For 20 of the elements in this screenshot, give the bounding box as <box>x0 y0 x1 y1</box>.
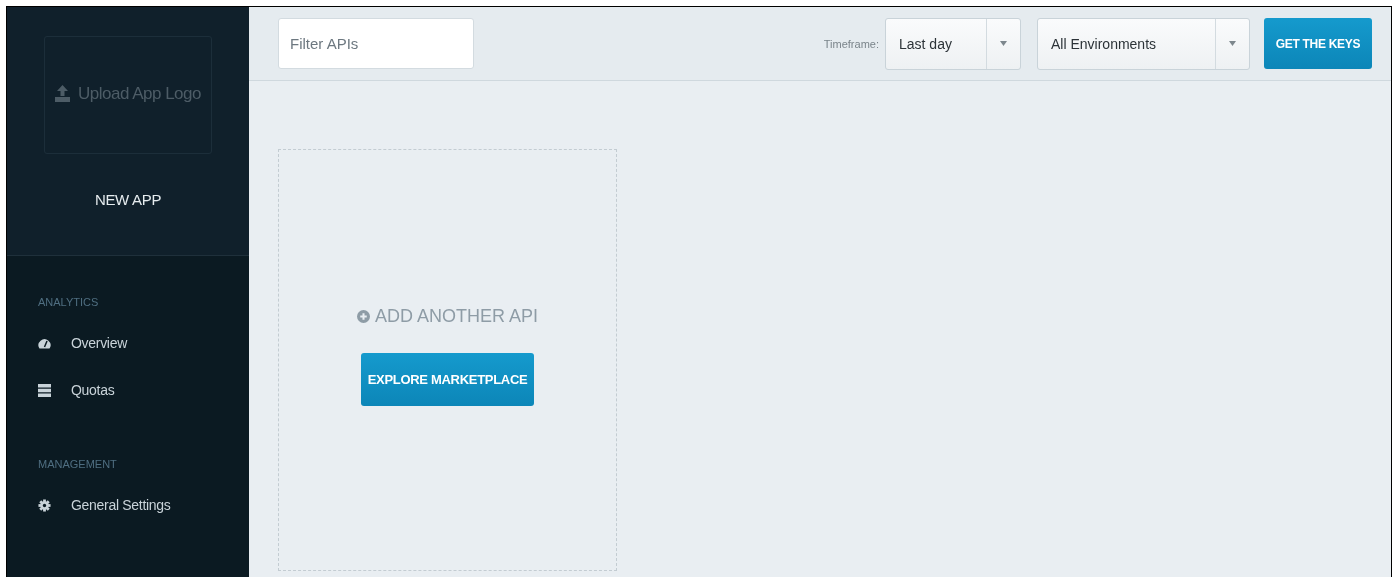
plus-circle-icon <box>356 310 370 323</box>
add-api-label: ADD ANOTHER API <box>374 306 538 327</box>
caret-icon <box>1229 41 1236 46</box>
filter-field[interactable]: Filter APIs <box>278 18 474 69</box>
timeframe-dropdown[interactable]: Last day <box>885 17 1021 70</box>
section-heading: ANALYTICS <box>38 296 100 308</box>
nav-item[interactable]: Overview <box>71 335 127 351</box>
gauge-icon <box>38 337 51 349</box>
settings-icon <box>38 498 51 512</box>
get-keys-button[interactable]: GET THE KEYS <box>1264 18 1372 69</box>
explore-marketplace-button[interactable]: EXPLORE MARKETPLACE <box>361 353 534 406</box>
upload-icon <box>55 85 70 102</box>
nav-item[interactable]: Quotas <box>71 382 115 398</box>
environment-dropdown[interactable]: All Environments <box>1037 17 1250 70</box>
timeframe-label: Timeframe: <box>823 37 879 50</box>
app-name: NEW APP <box>94 191 162 208</box>
server-icon <box>38 383 51 397</box>
nav-item[interactable]: General Settings <box>71 497 171 513</box>
section-heading: MANAGEMENT <box>38 458 118 470</box>
caret-icon <box>1000 41 1007 46</box>
